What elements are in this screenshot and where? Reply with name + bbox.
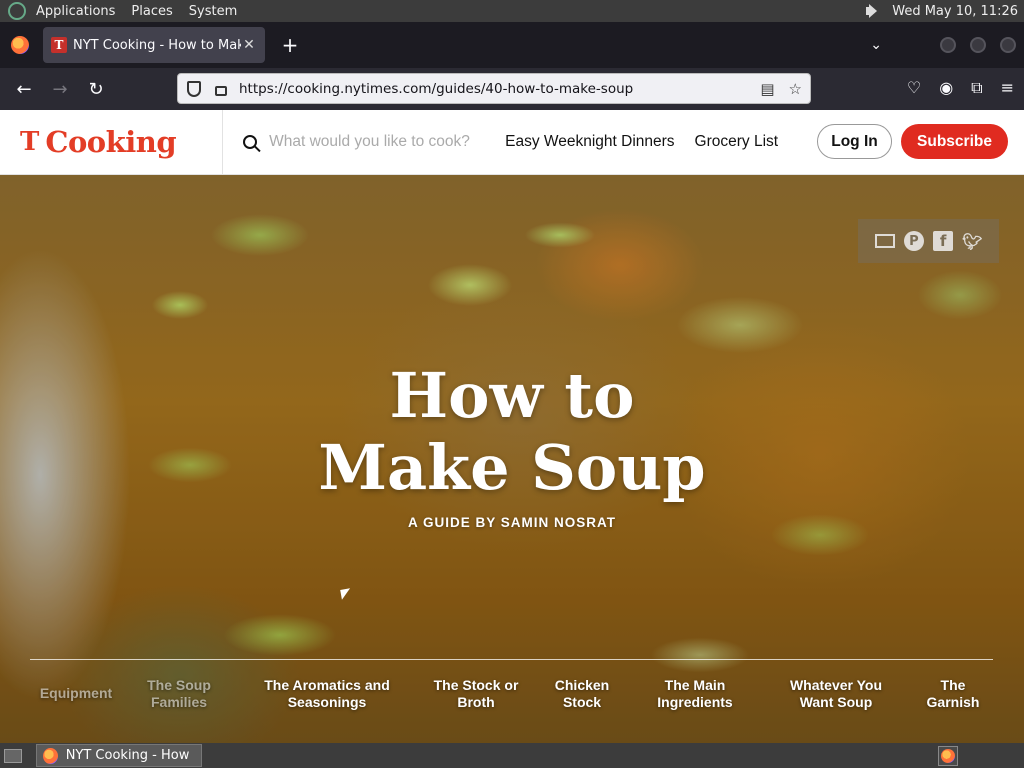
list-tabs-chevron-icon[interactable]: ⌄ bbox=[870, 37, 882, 53]
firefox-icon bbox=[43, 747, 58, 764]
browser-tab-active[interactable]: T NYT Cooking - How to Make Soup ✕ bbox=[43, 27, 265, 63]
tab-close-icon[interactable]: ✕ bbox=[241, 37, 257, 53]
url-text[interactable]: https://cooking.nytimes.com/guides/40-ho… bbox=[239, 81, 633, 97]
browser-tab-strip: T NYT Cooking - How to Make Soup ✕ + ⌄ bbox=[0, 22, 1024, 68]
chapter-garnish[interactable]: The Garnish bbox=[922, 677, 984, 711]
applications-menu[interactable]: Applications bbox=[36, 4, 115, 19]
lock-icon[interactable] bbox=[215, 85, 227, 96]
search-bar[interactable] bbox=[243, 133, 496, 151]
pocket-icon[interactable]: ♡ bbox=[907, 78, 921, 98]
grocery-list-link[interactable]: Grocery List bbox=[695, 133, 779, 151]
clock[interactable]: Wed May 10, 11:26 bbox=[892, 4, 1018, 19]
window-maximize-button[interactable] bbox=[970, 37, 986, 53]
nyt-t-logo-icon: T bbox=[20, 127, 40, 157]
search-icon[interactable] bbox=[243, 135, 258, 149]
title-line-2: Make Soup bbox=[318, 431, 706, 504]
firefox-view-icon[interactable] bbox=[11, 36, 29, 54]
nyt-favicon-icon: T bbox=[51, 37, 67, 53]
taskbar-firefox-window[interactable]: NYT Cooking - How … bbox=[36, 744, 202, 767]
chapter-aromatics-seasonings[interactable]: The Aromatics and Seasonings bbox=[258, 677, 396, 711]
volume-icon[interactable] bbox=[866, 4, 882, 18]
chapter-whatever-you-want-soup[interactable]: Whatever You Want Soup bbox=[780, 677, 892, 711]
page-title: How to Make Soup bbox=[0, 360, 1024, 504]
window-close-button[interactable] bbox=[1000, 37, 1016, 53]
nyt-cooking-logo[interactable]: T Cooking bbox=[20, 110, 224, 175]
app-menu-icon[interactable]: ≡ bbox=[1001, 78, 1014, 98]
show-desktop-icon[interactable] bbox=[4, 748, 22, 763]
tab-title: NYT Cooking - How to Make Soup bbox=[73, 37, 241, 53]
chapter-stock-broth[interactable]: The Stock or Broth bbox=[428, 677, 524, 711]
share-bar: ✉ P f 🐦︎ bbox=[858, 219, 999, 263]
forward-arrow-icon[interactable]: → bbox=[42, 79, 78, 100]
url-bar[interactable]: https://cooking.nytimes.com/guides/40-ho… bbox=[177, 73, 811, 104]
bookmark-star-icon[interactable]: ☆ bbox=[789, 80, 802, 98]
cooking-wordmark: Cooking bbox=[45, 125, 177, 159]
chapter-main-ingredients[interactable]: The Main Ingredients bbox=[650, 677, 740, 711]
system-top-panel: Applications Places System Wed May 10, 1… bbox=[0, 0, 1024, 22]
firefox-icon bbox=[941, 748, 955, 763]
gnome-foot-icon[interactable] bbox=[8, 2, 26, 20]
back-arrow-icon[interactable]: ← bbox=[6, 79, 42, 100]
bottom-taskbar: NYT Cooking - How … bbox=[0, 743, 1024, 768]
new-tab-icon[interactable]: + bbox=[279, 33, 301, 57]
mouse-cursor-icon bbox=[340, 588, 352, 600]
account-icon[interactable]: ◉ bbox=[939, 78, 953, 98]
chapter-soup-families[interactable]: The Soup Families bbox=[140, 677, 218, 711]
pinterest-icon[interactable]: P bbox=[903, 231, 924, 251]
taskbar-window-label: NYT Cooking - How … bbox=[65, 748, 195, 763]
places-menu[interactable]: Places bbox=[131, 4, 172, 19]
system-menu[interactable]: System bbox=[189, 4, 237, 19]
window-minimize-button[interactable] bbox=[940, 37, 956, 53]
tracking-protection-shield-icon[interactable] bbox=[187, 80, 201, 97]
extensions-icon[interactable]: ⧉ bbox=[971, 78, 982, 98]
web-page: T Cooking Easy Weeknight Dinners Grocery… bbox=[0, 110, 1024, 743]
site-header: T Cooking Easy Weeknight Dinners Grocery… bbox=[0, 110, 1024, 175]
reload-icon[interactable]: ↻ bbox=[78, 79, 114, 100]
log-in-button[interactable]: Log In bbox=[817, 124, 892, 159]
hero-image-soup: ✉ P f 🐦︎ How to Make Soup A GUIDE BY SAM… bbox=[0, 175, 1024, 743]
browser-nav-bar: ← → ↻ https://cooking.nytimes.com/guides… bbox=[0, 68, 1024, 110]
title-line-1: How to bbox=[389, 359, 635, 432]
easy-weeknight-dinners-link[interactable]: Easy Weeknight Dinners bbox=[505, 133, 674, 151]
tray-firefox-icon[interactable] bbox=[938, 745, 958, 766]
chapter-equipment[interactable]: Equipment bbox=[38, 685, 114, 702]
reader-view-icon[interactable]: ▤ bbox=[760, 80, 774, 98]
subscribe-button[interactable]: Subscribe bbox=[901, 124, 1008, 159]
guide-byline: A GUIDE BY SAMIN NOSRAT bbox=[407, 515, 616, 530]
chapter-chicken-stock[interactable]: Chicken Stock bbox=[550, 677, 614, 711]
chapter-divider bbox=[30, 659, 993, 660]
mail-icon[interactable]: ✉ bbox=[874, 234, 895, 248]
facebook-icon[interactable]: f bbox=[933, 231, 954, 251]
search-input[interactable] bbox=[269, 133, 496, 151]
twitter-icon[interactable]: 🐦︎ bbox=[962, 231, 982, 251]
